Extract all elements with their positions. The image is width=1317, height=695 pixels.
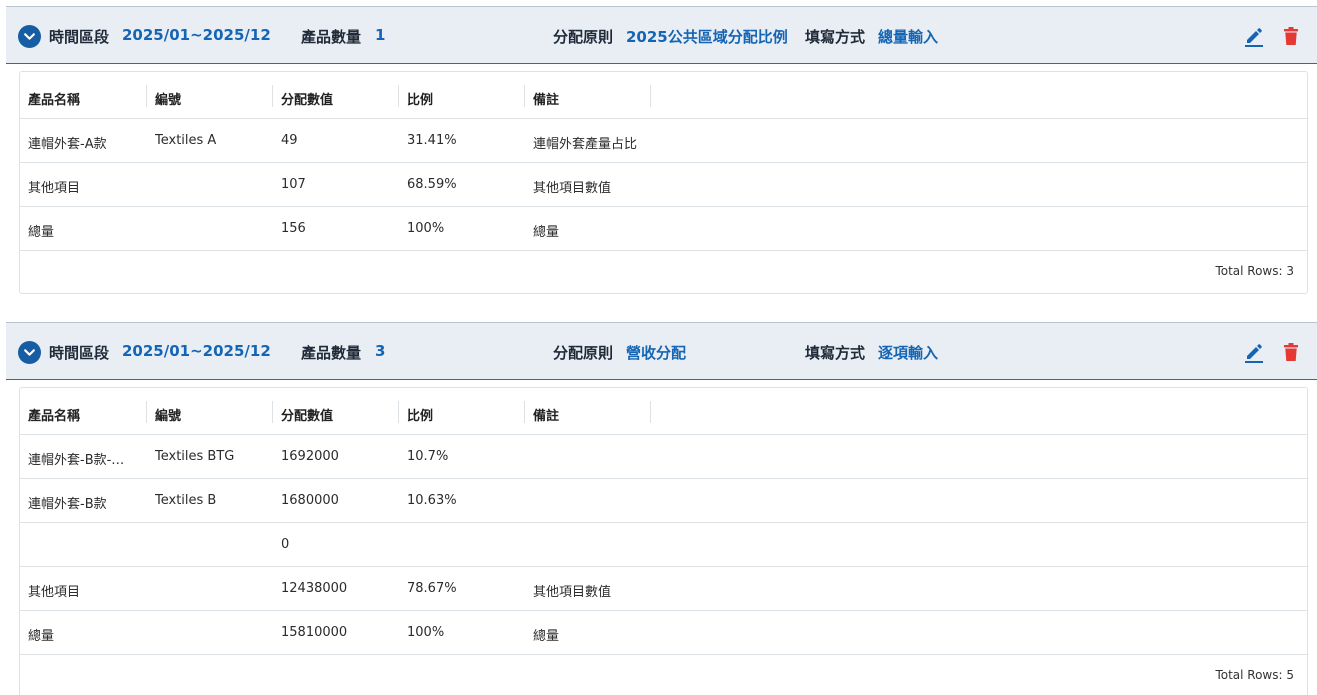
cell-note: 連帽外套產量占比 [533, 137, 638, 152]
chevron-down-icon [24, 349, 35, 356]
cell-allocation-value: 107 [281, 177, 306, 192]
table-row[interactable]: 連帽外套-B款 Textiles B 1680000 10.63% [20, 479, 1307, 523]
column-header-note[interactable]: 備註 [533, 89, 559, 108]
cell-ratio: 100% [407, 221, 445, 236]
cell-product-name: 其他項目 [28, 181, 81, 196]
cell-product-name: 其他項目 [28, 585, 81, 600]
product-count-value: 3 [375, 342, 386, 360]
cell-product-name: 總量 [28, 629, 55, 644]
table-row[interactable]: 總量 156 100% 總量 [20, 207, 1307, 251]
trash-icon [1284, 27, 1298, 45]
cell-ratio: 78.67% [407, 581, 457, 596]
column-header-allocation-value[interactable]: 分配數值 [281, 89, 333, 108]
cell-product-name: 總量 [28, 225, 55, 240]
cell-allocation-value: 156 [281, 221, 306, 236]
cell-product-name: 連帽外套-A款 [28, 137, 107, 152]
time-period-value: 2025/01~2025/12 [122, 26, 271, 44]
cell-allocation-value: 49 [281, 133, 298, 148]
trash-icon [1284, 343, 1298, 361]
table-footer: Total Rows: 3 [20, 251, 1307, 295]
cell-note: 其他項目數值 [533, 181, 612, 196]
cell-allocation-value: 1680000 [281, 493, 339, 508]
pencil-icon [1245, 344, 1263, 363]
allocation-rule-label: 分配原則 [553, 344, 614, 362]
delete-button[interactable] [1280, 341, 1302, 363]
column-header-allocation-value[interactable]: 分配數值 [281, 405, 333, 424]
table-row[interactable]: 總量 15810000 100% 總量 [20, 611, 1307, 655]
input-method-label: 填寫方式 [805, 344, 866, 362]
chevron-down-icon [24, 33, 35, 40]
cell-allocation-value: 0 [281, 537, 290, 552]
edit-button[interactable] [1243, 341, 1265, 363]
cell-product-name: 連帽外套-B款 [28, 497, 107, 512]
column-header-code[interactable]: 編號 [155, 405, 181, 424]
cell-allocation-value: 1692000 [281, 449, 339, 464]
allocation-table: 產品名稱 編號 分配數值 比例 備註 連帽外套-B款-… Textiles BT… [19, 387, 1308, 695]
allocation-rule-value: 2025公共區域分配比例 [626, 28, 788, 46]
time-period-value: 2025/01~2025/12 [122, 342, 271, 360]
collapse-toggle-button[interactable] [18, 341, 41, 364]
allocation-group-1: 時間區段 2025/01~2025/12 產品數量 1 分配原則 2025公共區… [6, 6, 1317, 309]
cell-product-name: 連帽外套-B款-… [28, 453, 125, 468]
cell-ratio: 31.41% [407, 133, 457, 148]
pencil-icon [1245, 28, 1263, 47]
allocation-rule-label: 分配原則 [553, 28, 614, 46]
edit-button[interactable] [1243, 25, 1265, 47]
allocation-group-2: 時間區段 2025/01~2025/12 產品數量 3 分配原則 營收分配 填寫… [6, 322, 1317, 695]
product-count-label: 產品數量 [301, 28, 362, 46]
cell-allocation-value: 15810000 [281, 625, 348, 640]
table-row[interactable]: 其他項目 107 68.59% 其他項目數值 [20, 163, 1307, 207]
column-header-product-name[interactable]: 產品名稱 [28, 405, 80, 424]
cell-ratio: 10.63% [407, 493, 457, 508]
input-method-value: 總量輸入 [878, 28, 939, 46]
total-rows-count: Total Rows: 5 [1215, 668, 1294, 682]
cell-code: Textiles B [155, 493, 217, 508]
input-method-label: 填寫方式 [805, 28, 866, 46]
allocation-table: 產品名稱 編號 分配數值 比例 備註 連帽外套-A款 Textiles A 49… [19, 71, 1308, 294]
column-header-code[interactable]: 編號 [155, 89, 181, 108]
table-row[interactable]: 0 [20, 523, 1307, 567]
cell-code: Textiles A [155, 133, 217, 148]
column-header-ratio[interactable]: 比例 [407, 405, 433, 424]
column-header-note[interactable]: 備註 [533, 405, 559, 424]
cell-ratio: 68.59% [407, 177, 457, 192]
allocation-rule-value: 營收分配 [626, 344, 687, 362]
table-footer: Total Rows: 5 [20, 655, 1307, 695]
input-method-value: 逐項輸入 [878, 344, 939, 362]
cell-allocation-value: 12438000 [281, 581, 348, 596]
table-header: 產品名稱 編號 分配數值 比例 備註 [20, 388, 1307, 435]
cell-code: Textiles BTG [155, 449, 235, 464]
cell-ratio: 10.7% [407, 449, 449, 464]
delete-button[interactable] [1280, 25, 1302, 47]
group-header: 時間區段 2025/01~2025/12 產品數量 3 分配原則 營收分配 填寫… [6, 322, 1317, 380]
cell-note: 總量 [533, 629, 560, 644]
column-header-product-name[interactable]: 產品名稱 [28, 89, 80, 108]
collapse-toggle-button[interactable] [18, 25, 41, 48]
product-count-value: 1 [375, 26, 386, 44]
total-rows-count: Total Rows: 3 [1215, 264, 1294, 278]
table-row[interactable]: 連帽外套-B款-… Textiles BTG 1692000 10.7% [20, 435, 1307, 479]
product-count-label: 產品數量 [301, 344, 362, 362]
table-header: 產品名稱 編號 分配數值 比例 備註 [20, 72, 1307, 119]
table-row[interactable]: 連帽外套-A款 Textiles A 49 31.41% 連帽外套產量占比 [20, 119, 1307, 163]
column-header-ratio[interactable]: 比例 [407, 89, 433, 108]
cell-note: 其他項目數值 [533, 585, 612, 600]
time-period-label: 時間區段 [49, 28, 110, 46]
cell-ratio: 100% [407, 625, 445, 640]
table-row[interactable]: 其他項目 12438000 78.67% 其他項目數值 [20, 567, 1307, 611]
cell-note: 總量 [533, 225, 560, 240]
time-period-label: 時間區段 [49, 344, 110, 362]
group-header: 時間區段 2025/01~2025/12 產品數量 1 分配原則 2025公共區… [6, 6, 1317, 64]
